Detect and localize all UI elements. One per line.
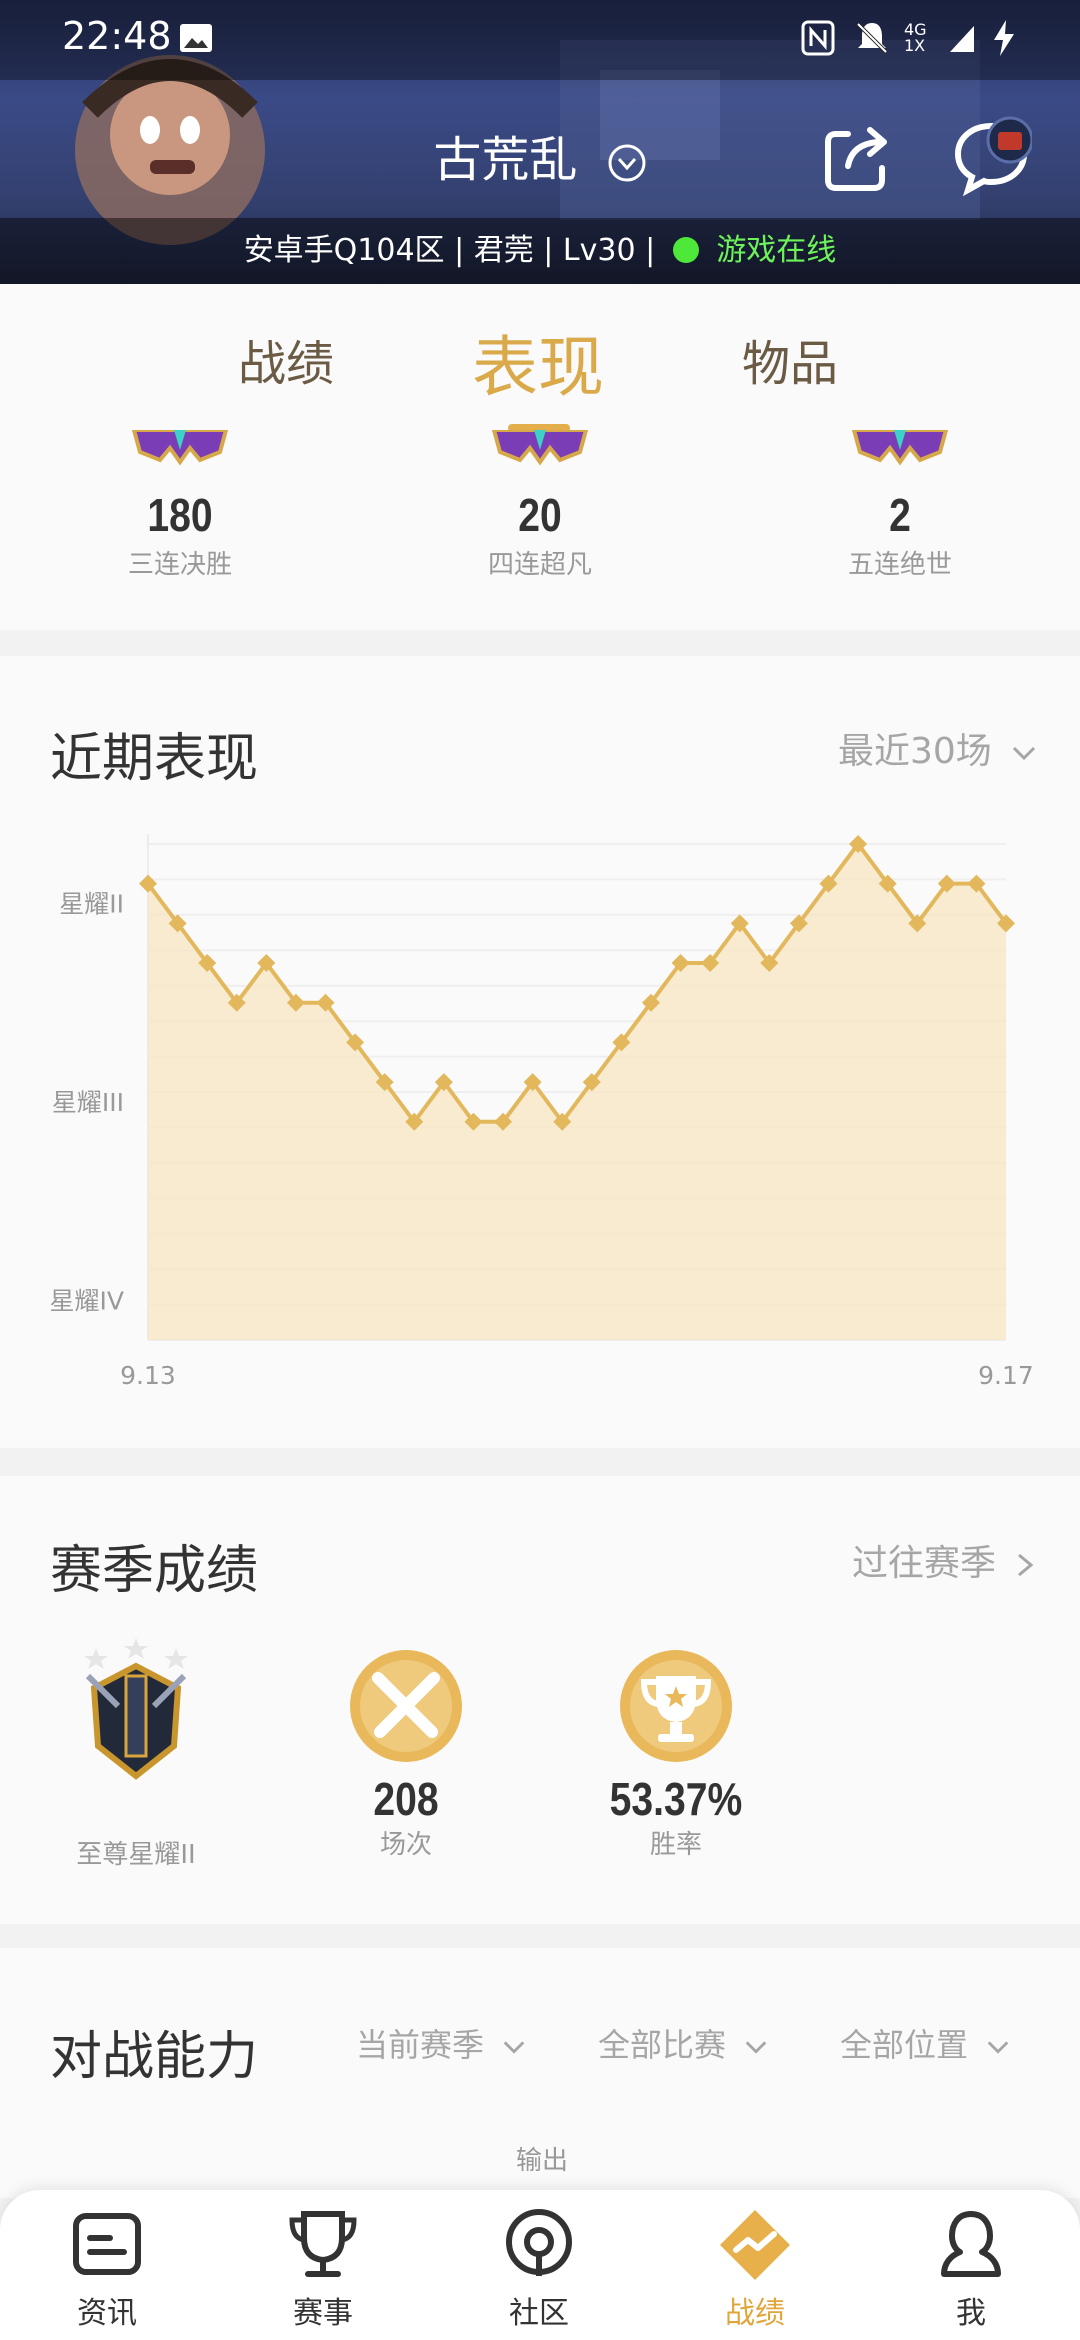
online-status: 游戏在线 (716, 233, 837, 268)
stats-icon (720, 2210, 790, 2280)
chart-x-start-label: 9.13 (120, 1361, 176, 1390)
chart-x-end-label: 9.17 (978, 1361, 1034, 1390)
status-bar: 22:48 4G 1X (0, 0, 1080, 80)
nav-community[interactable]: 社区 (464, 2208, 614, 2332)
match-type-filter-label: 全部比赛 (598, 2026, 727, 2064)
kill-value: 180 (147, 489, 213, 541)
kill-value: 2 (889, 489, 911, 541)
nav-stats[interactable]: 战绩 (680, 2208, 830, 2332)
position-filter-label: 全部位置 (840, 2026, 969, 2064)
season-record-card: 赛季成绩 过往赛季 至尊星耀II 208 场次 53.37% 胜率 (0, 1476, 1080, 1924)
trophy-badge-icon (620, 1650, 732, 1762)
rank-label: 至尊星耀II (76, 1840, 196, 1870)
chart-y-tick-label: 星耀III (52, 1088, 124, 1117)
position-filter[interactable]: 全部位置 (840, 2020, 1012, 2066)
nfc-icon (801, 20, 835, 56)
win-rate-label: 胜率 (649, 1830, 702, 1860)
past-seasons-link[interactable]: 过往赛季 (852, 1534, 1037, 1586)
win-rate-value: 53.37% (609, 1773, 743, 1825)
season-filter-label: 当前赛季 (356, 2026, 485, 2064)
network-label: 4G 1X (904, 20, 927, 55)
matches-value: 208 (373, 1773, 439, 1825)
battle-ability-card: 对战能力 当前赛季 全部比赛 全部位置 输出 (0, 1948, 1080, 2198)
chevron-down-icon (503, 2041, 525, 2054)
chart-y-tick-label: 星耀IV (50, 1286, 124, 1315)
game-title-selector[interactable]: 古荒乱 (0, 120, 1080, 190)
rank-emblem-icon (84, 1638, 188, 1780)
game-nav: 古荒乱 (0, 80, 1080, 218)
tab-items[interactable]: 物品 (742, 324, 838, 394)
charging-icon (994, 20, 1014, 56)
game-title: 古荒乱 (433, 132, 578, 188)
rank-trend-chart: 星耀II 星耀III 星耀IV 9.13 9.17 (50, 834, 1034, 1390)
multi-kill-card: 180 三连决胜 20 四连超凡 2 五连绝世 (0, 430, 1080, 630)
section-title: 赛季成绩 (50, 1541, 259, 1601)
match-type-filter[interactable]: 全部比赛 (598, 2020, 770, 2066)
chat-icon[interactable] (950, 116, 1032, 198)
season-filter[interactable]: 当前赛季 (356, 2020, 528, 2066)
chevron-down-icon (987, 2041, 1009, 2054)
matches-stat: 208 场次 (306, 1648, 506, 1888)
nav-label: 赛事 (293, 2296, 353, 2331)
chart-y-tick-label: 星耀II (59, 890, 124, 919)
nav-news[interactable]: 资讯 (32, 2208, 182, 2332)
chevron-right-icon (1018, 1553, 1034, 1577)
signal-icon (950, 26, 974, 52)
community-icon (506, 2209, 572, 2276)
triple-kill-badge-icon (131, 430, 229, 466)
bell-muted-icon (856, 22, 888, 54)
kill-value: 20 (518, 489, 562, 541)
share-icon[interactable] (818, 116, 900, 198)
nav-label: 资讯 (77, 2296, 137, 2331)
crossed-swords-icon (350, 1650, 462, 1762)
status-time: 22:48 (62, 14, 172, 58)
matches-label: 场次 (379, 1830, 432, 1860)
radar-axis-label: 输出 (516, 2146, 569, 2176)
game-header: 22:48 4G 1X 古荒乱 安卓手Q104区 | 君莞 | Lv30 | 游… (0, 0, 1080, 284)
nav-label: 社区 (509, 2296, 569, 2331)
online-status-dot (672, 236, 699, 263)
penta-kill-badge-icon (851, 430, 949, 466)
nav-label: 战绩 (725, 2296, 785, 2331)
tab-performance[interactable]: 表现 (472, 314, 604, 410)
quadra-kill-badge-icon (491, 430, 589, 466)
tab-bar: 战绩 表现 物品 (0, 284, 1080, 438)
chevron-down-icon (745, 2041, 767, 2054)
profile-icon (941, 2211, 1001, 2277)
bottom-navigation: 资讯 赛事 社区 战绩 我 (0, 2190, 1080, 2340)
past-seasons-label: 过往赛季 (852, 1543, 997, 1584)
account-info: 安卓手Q104区 | 君莞 | Lv30 | (243, 233, 656, 268)
trophy-icon (289, 2211, 357, 2277)
account-info-bar: 安卓手Q104区 | 君莞 | Lv30 | 游戏在线 (0, 218, 1080, 284)
kill-label: 五连绝世 (847, 550, 952, 580)
tab-records[interactable]: 战绩 (238, 324, 334, 394)
nav-label: 我 (956, 2296, 986, 2331)
nav-profile[interactable]: 我 (896, 2208, 1046, 2332)
nav-events[interactable]: 赛事 (248, 2208, 398, 2332)
news-icon (73, 2213, 141, 2275)
win-rate-stat: 53.37% 胜率 (576, 1648, 776, 1888)
section-title: 对战能力 (50, 2027, 259, 2087)
kill-label: 四连超凡 (487, 550, 592, 580)
recent-performance-card: 近期表现 最近30场 星耀II 星耀III 星耀IV 9.13 9.17 (0, 656, 1080, 1448)
chevron-down-icon (608, 144, 646, 182)
kill-label: 三连决胜 (127, 550, 232, 580)
image-notification-icon (180, 24, 212, 52)
rank-stat: 至尊星耀II (36, 1636, 236, 1896)
